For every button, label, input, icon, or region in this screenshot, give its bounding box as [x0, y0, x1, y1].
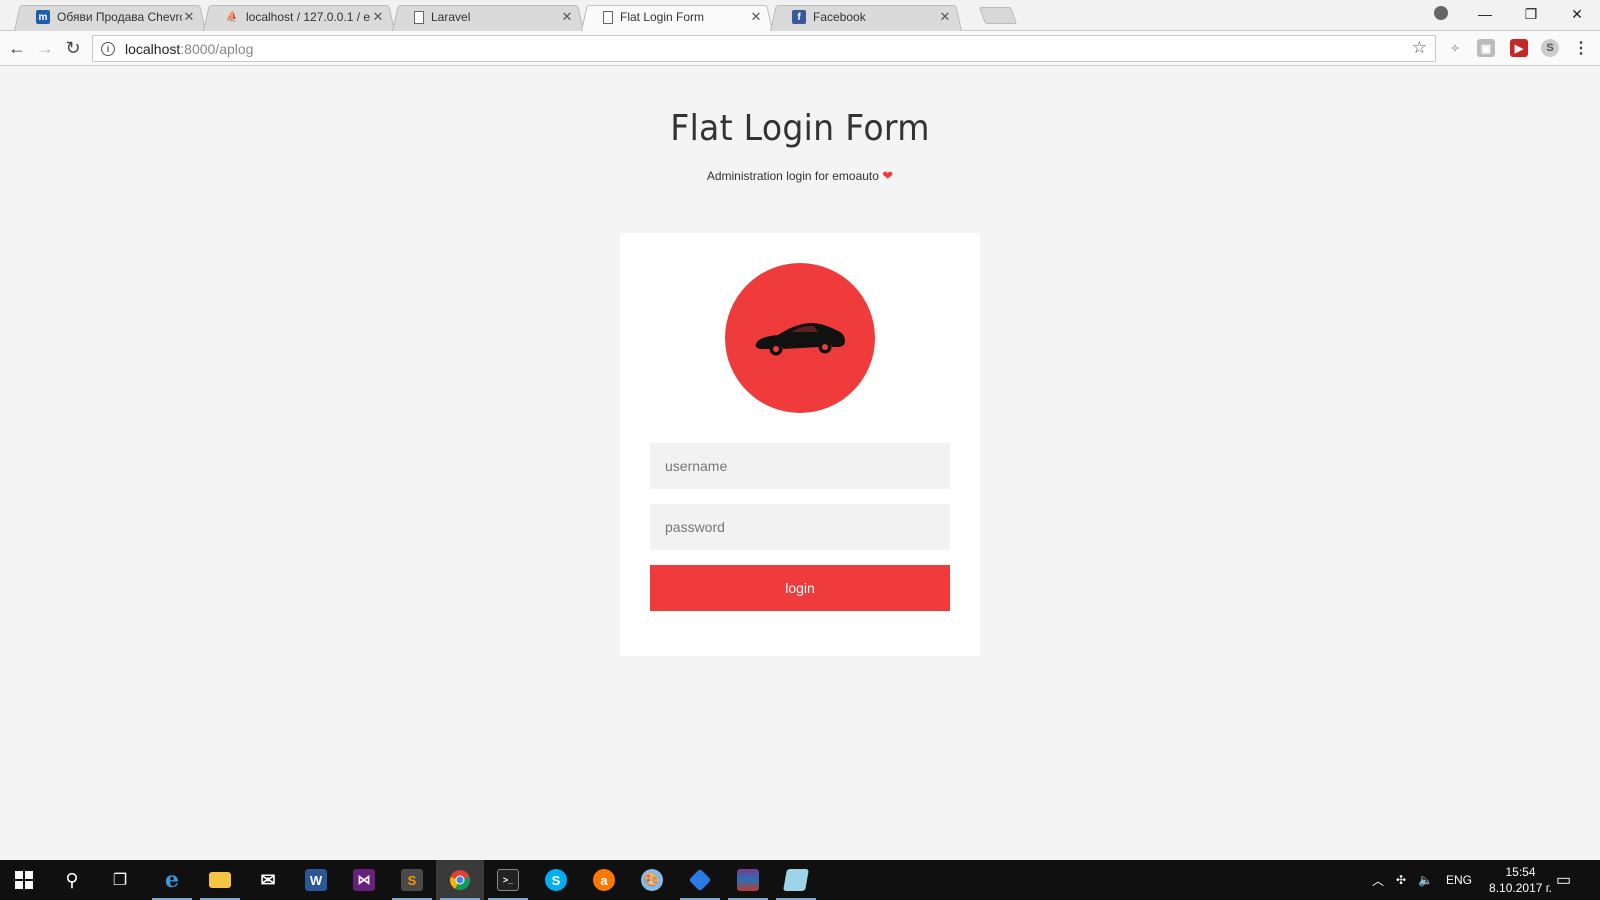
restore-icon[interactable]: ❐ — [1508, 0, 1554, 28]
username-input[interactable] — [650, 443, 950, 489]
close-icon[interactable]: ✕ — [749, 9, 763, 25]
login-card: login — [620, 233, 980, 656]
page-subtitle: Administration login for emoauto ❤ — [0, 168, 1600, 184]
system-clock[interactable]: 15:54 8.10.2017 г. — [1489, 864, 1552, 896]
close-icon[interactable]: ✕ — [182, 9, 196, 25]
mobile-bg-icon: m — [36, 10, 50, 24]
password-input[interactable] — [650, 504, 950, 550]
window-controls: — ❐ ✕ — [1462, 0, 1600, 28]
tab-title: Flat Login Form — [620, 10, 705, 24]
address-bar[interactable]: i localhost:8000/aplog ☆ — [92, 35, 1436, 62]
close-icon[interactable]: ✕ — [938, 9, 952, 25]
facebook-icon: f — [792, 10, 806, 24]
info-icon[interactable]: i — [101, 41, 115, 56]
extension-lock-icon[interactable]: ▣ — [1477, 39, 1495, 57]
close-icon[interactable]: ✕ — [560, 9, 574, 25]
tab-title: Facebook — [813, 10, 866, 24]
winrar-icon[interactable] — [724, 860, 772, 900]
word-icon[interactable]: W — [292, 860, 340, 900]
page-title: Flat Login Form — [670, 108, 930, 149]
profile-icon[interactable] — [1434, 6, 1448, 20]
extension-s-icon[interactable]: S — [1541, 39, 1559, 57]
tab-phpmyadmin[interactable]: ⛵ localhost / 127.0.0.1 / em ✕ — [203, 3, 395, 31]
url-host: localhost — [125, 40, 181, 57]
heart-icon: ❤ — [882, 168, 894, 183]
tray-overflow-icon[interactable]: ︿ — [1372, 860, 1384, 900]
document-icon — [414, 10, 424, 24]
url-path: :8000/aplog — [180, 40, 254, 57]
tab-mobile-bg[interactable]: m Обяви Продава Chevrol ✕ — [14, 3, 206, 31]
login-button[interactable]: login — [650, 565, 950, 611]
avatar — [725, 263, 875, 413]
network-icon[interactable]: ✣ — [1396, 860, 1406, 900]
minimize-icon[interactable]: — — [1462, 0, 1508, 28]
git-icon[interactable] — [676, 860, 724, 900]
file-explorer-icon[interactable] — [196, 860, 244, 900]
clock-time: 15:54 — [1505, 865, 1536, 879]
car-icon — [755, 323, 845, 356]
close-window-icon[interactable]: ✕ — [1554, 0, 1600, 28]
tab-facebook[interactable]: f Facebook ✕ — [770, 3, 962, 31]
phpmyadmin-icon: ⛵ — [225, 11, 239, 23]
tab-flat-login-form[interactable]: Flat Login Form ✕ — [581, 3, 773, 31]
chrome-icon[interactable] — [436, 860, 484, 900]
tab-title: Обяви Продава Chevrol — [57, 10, 182, 24]
subtitle-text: Administration login for emoauto — [706, 169, 879, 183]
visual-studio-icon[interactable]: ⋈ — [340, 860, 388, 900]
back-icon[interactable]: ← — [6, 37, 28, 59]
tab-laravel[interactable]: Laravel ✕ — [392, 3, 584, 31]
windows-start-icon[interactable] — [0, 860, 48, 900]
bookmark-star-icon[interactable]: ☆ — [1412, 38, 1427, 58]
browser-toolbar: ← → ↻ i localhost:8000/aplog ☆ ✧ ▣ ▶ S ⋮ — [0, 31, 1600, 66]
clock-date: 8.10.2017 г. — [1489, 881, 1552, 895]
mail-icon[interactable]: ✉ — [244, 860, 292, 900]
extension-icon[interactable]: ✧ — [1446, 39, 1464, 57]
menu-kebab-icon[interactable]: ⋮ — [1572, 39, 1590, 57]
close-icon[interactable]: ✕ — [371, 9, 385, 25]
notifications-icon[interactable]: ▭ — [1556, 860, 1571, 900]
tab-title: localhost / 127.0.0.1 / em — [246, 10, 371, 24]
reload-icon[interactable]: ↻ — [62, 37, 84, 59]
terminal-icon[interactable]: >_ — [484, 860, 532, 900]
skype-icon[interactable]: S — [532, 860, 580, 900]
task-view-icon[interactable]: ❐ — [96, 860, 144, 900]
volume-icon[interactable]: 🔈 — [1418, 860, 1433, 900]
tab-title: Laravel — [431, 10, 471, 24]
sublime-text-icon[interactable]: S — [388, 860, 436, 900]
extension-red-icon[interactable]: ▶ — [1510, 39, 1528, 57]
edge-icon[interactable]: e — [148, 860, 196, 900]
search-icon[interactable]: ⚲ — [48, 860, 96, 900]
paint-icon[interactable]: 🎨 — [628, 860, 676, 900]
tab-strip: m Обяви Продава Chevrol ✕ ⛵ localhost / … — [0, 0, 1600, 31]
notepad-icon[interactable] — [772, 860, 820, 900]
avast-icon[interactable]: a — [580, 860, 628, 900]
windows-taskbar: ⚲ ❐ e ✉ W ⋈ S >_ S a 🎨 ︿ ✣ 🔈 ENG 15:54 8… — [0, 860, 1600, 900]
language-indicator[interactable]: ENG — [1446, 860, 1472, 900]
forward-icon[interactable]: → — [34, 37, 56, 59]
document-icon — [603, 10, 613, 24]
new-tab-button[interactable] — [978, 7, 1018, 24]
